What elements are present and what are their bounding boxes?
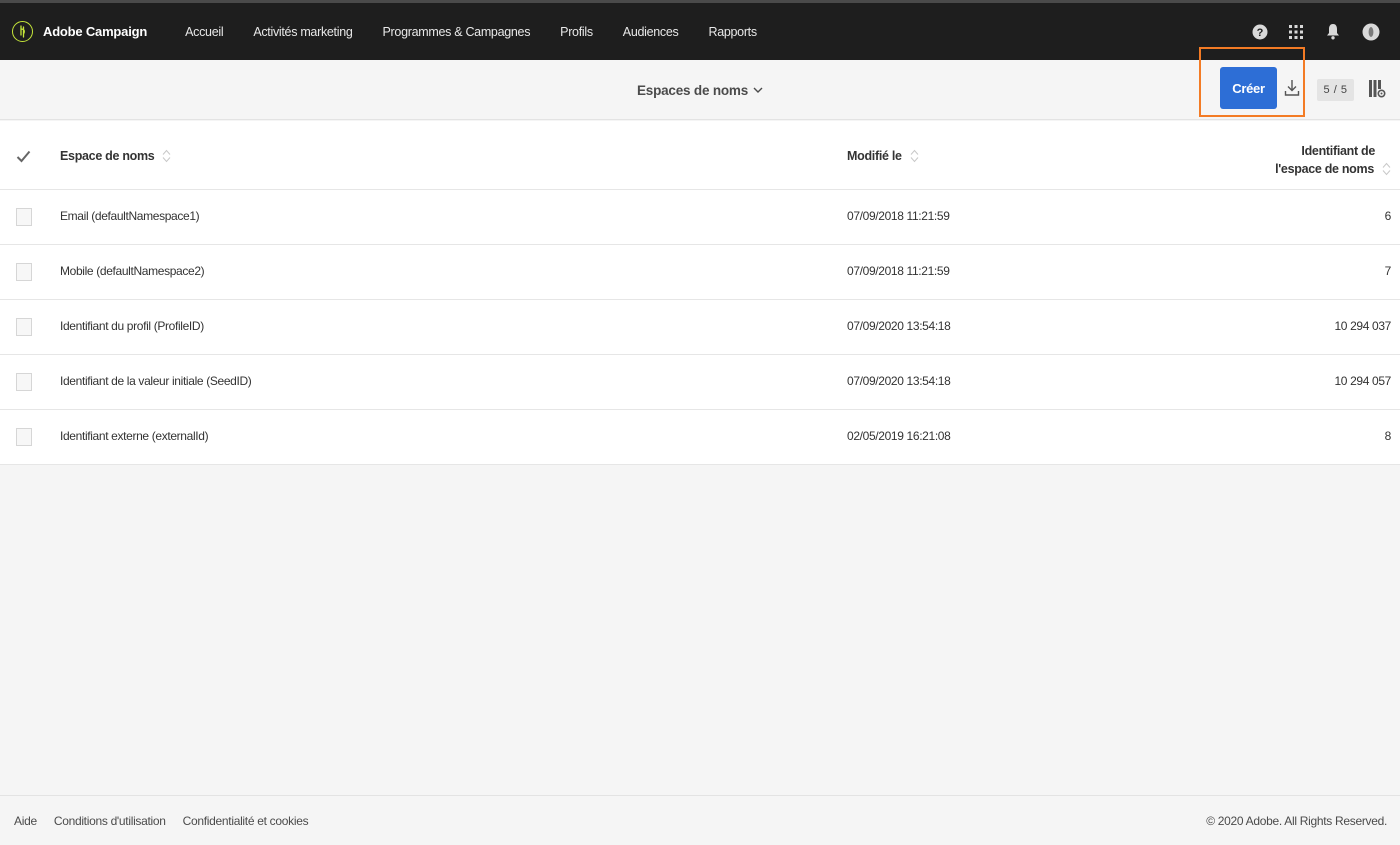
- svg-text:?: ?: [1257, 27, 1264, 39]
- nav-item-programmes-campagnes[interactable]: Programmes & Campagnes: [383, 25, 531, 39]
- view-selector[interactable]: Espaces de noms: [637, 83, 763, 98]
- table-header: Espace de noms Modifié le Identifiant de…: [0, 121, 1400, 190]
- namespaces-table: Espace de noms Modifié le Identifiant de…: [0, 121, 1400, 465]
- view-title: Espaces de noms: [0, 60, 1400, 120]
- cell-name[interactable]: Identifiant du profil (ProfileID): [60, 319, 204, 333]
- sort-icon: [910, 149, 919, 163]
- brand[interactable]: Adobe Campaign: [12, 21, 147, 42]
- toolbar: Espaces de noms Créer 5 / 5: [0, 60, 1400, 120]
- cell-identifier: 10 294 057: [1334, 374, 1391, 388]
- table-row[interactable]: Identifiant de la valeur initiale (SeedI…: [0, 355, 1400, 410]
- cell-identifier: 10 294 037: [1334, 319, 1391, 333]
- footer: Aide Conditions d'utilisation Confidenti…: [0, 795, 1400, 845]
- view-title-label: Espaces de noms: [636, 82, 749, 98]
- cell-modified: 07/09/2020 13:54:18: [847, 319, 951, 333]
- select-all-check-icon[interactable]: [16, 150, 31, 168]
- column-header-modified[interactable]: Modifié le: [847, 149, 919, 163]
- cell-modified: 07/09/2018 11:21:59: [847, 264, 950, 278]
- row-checkbox[interactable]: [16, 318, 32, 336]
- help-icon[interactable]: ?: [1252, 24, 1268, 40]
- cell-identifier: 6: [1384, 209, 1392, 223]
- record-count-badge: 5 / 5: [1317, 79, 1354, 101]
- cell-modified: 07/09/2018 11:21:59: [847, 209, 950, 223]
- row-checkbox[interactable]: [16, 373, 32, 391]
- nav-item-activites-marketing[interactable]: Activités marketing: [253, 25, 353, 39]
- row-checkbox[interactable]: [16, 263, 32, 281]
- cell-identifier: 7: [1384, 264, 1392, 278]
- row-checkbox[interactable]: [16, 208, 32, 226]
- cell-identifier: 8: [1384, 429, 1392, 443]
- column-settings-icon[interactable]: [1368, 79, 1386, 104]
- cell-modified: 02/05/2019 16:21:08: [847, 429, 951, 443]
- copyright: © 2020 Adobe. All Rights Reserved.: [1206, 813, 1387, 828]
- nav-right-tools: ?: [1232, 3, 1380, 60]
- top-navigation-bar: Adobe Campaign Accueil Activités marketi…: [0, 0, 1400, 60]
- footer-link-privacy[interactable]: Confidentialité et cookies: [183, 814, 309, 828]
- table-row[interactable]: Identifiant du profil (ProfileID) 07/09/…: [0, 300, 1400, 355]
- cell-name[interactable]: Email (defaultNamespace1): [60, 209, 200, 223]
- adobe-campaign-logo-icon: [12, 21, 33, 42]
- apps-grid-icon[interactable]: [1288, 24, 1304, 40]
- download-icon[interactable]: [1284, 79, 1300, 102]
- cell-modified: 07/09/2020 13:54:18: [847, 374, 951, 388]
- table-row[interactable]: Mobile (defaultNamespace2) 07/09/2018 11…: [0, 245, 1400, 300]
- column-header-name[interactable]: Espace de noms: [60, 149, 171, 163]
- sort-icon: [163, 149, 171, 163]
- chevron-down-icon: [753, 87, 763, 93]
- sort-icon: [1382, 162, 1391, 176]
- footer-link-help[interactable]: Aide: [14, 814, 37, 828]
- column-header-identifier[interactable]: Identifiant de l'espace de noms: [1275, 142, 1391, 178]
- cell-name[interactable]: Identifiant externe (externalId): [60, 429, 209, 443]
- create-button[interactable]: Créer: [1220, 67, 1277, 109]
- table-row[interactable]: Identifiant externe (externalId) 02/05/2…: [0, 410, 1400, 465]
- footer-links: Aide Conditions d'utilisation Confidenti…: [14, 814, 325, 828]
- nav-item-rapports[interactable]: Rapports: [708, 25, 757, 39]
- cell-name[interactable]: Identifiant de la valeur initiale (SeedI…: [60, 374, 252, 388]
- nav-item-audiences[interactable]: Audiences: [623, 25, 679, 39]
- table-row[interactable]: Email (defaultNamespace1) 07/09/2018 11:…: [0, 190, 1400, 245]
- nav-item-profils[interactable]: Profils: [560, 25, 593, 39]
- main-nav: Accueil Activités marketing Programmes &…: [185, 25, 787, 39]
- row-checkbox[interactable]: [16, 428, 32, 446]
- notifications-bell-icon[interactable]: [1326, 23, 1340, 40]
- nav-item-accueil[interactable]: Accueil: [185, 25, 224, 39]
- brand-name: Adobe Campaign: [43, 24, 148, 39]
- cell-name[interactable]: Mobile (defaultNamespace2): [60, 264, 205, 278]
- user-avatar-icon[interactable]: [1362, 23, 1380, 41]
- footer-link-terms[interactable]: Conditions d'utilisation: [54, 814, 166, 828]
